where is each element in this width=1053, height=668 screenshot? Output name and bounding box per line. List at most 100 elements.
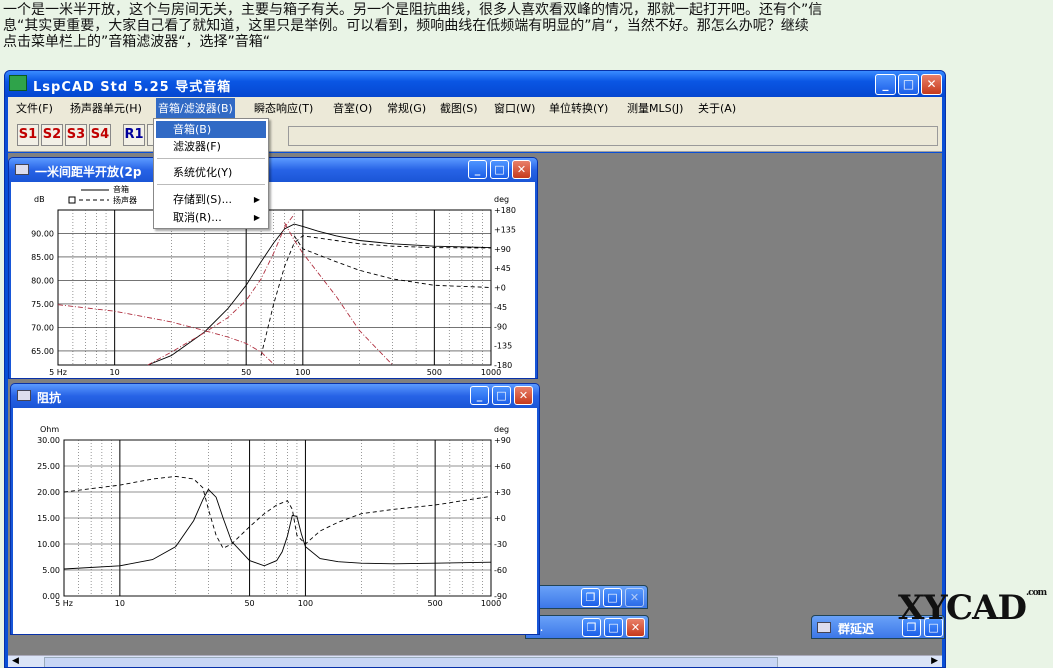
x-tick-label: 100: [295, 368, 310, 377]
y-tick-label: 25.00: [37, 462, 60, 471]
app-titlebar[interactable]: LspCAD Std 5.25 导式音箱 _ □ ✕: [5, 71, 945, 97]
x-tick-label: 1000: [481, 599, 501, 608]
legend-label: 音箱: [113, 184, 129, 194]
logo-text: XYCAD: [898, 588, 1027, 628]
dropdown-separator: [157, 184, 265, 185]
dropdown-item-box[interactable]: 音箱(B): [156, 121, 266, 138]
scroll-right-icon[interactable]: ▶: [931, 656, 938, 666]
box-filter-dropdown: 音箱(B) 滤波器(F) 系统优化(Y) 存储到(S)... ▶ 取消(R)...…: [153, 118, 269, 229]
close-icon[interactable]: ✕: [625, 588, 644, 607]
chart-window-icon: [17, 390, 31, 401]
y2-tick-label: -60: [494, 566, 507, 575]
submenu-arrow-icon: ▶: [253, 213, 260, 222]
restore-icon[interactable]: ❐: [582, 618, 601, 637]
app-icon: [9, 75, 27, 91]
freq-minimize-button[interactable]: _: [468, 160, 487, 179]
freq-maximize-button[interactable]: □: [490, 160, 509, 179]
menu-about[interactable]: 关于(A): [698, 100, 736, 116]
legend-marker: [68, 196, 76, 204]
y2-tick-label: +60: [494, 462, 511, 471]
freq-response-chart: 65.0070.0075.0080.0085.0090.00-180-135-9…: [31, 184, 516, 377]
imp-window-title: 阻抗: [37, 391, 62, 405]
x-tick-label: 10: [115, 599, 125, 608]
dropdown-item-store[interactable]: 存储到(S)... ▶: [156, 191, 266, 208]
menu-transient[interactable]: 瞬态响应(T): [254, 100, 313, 116]
series-line-0: [147, 223, 492, 366]
window-icon: [817, 622, 831, 633]
dropdown-item-cancel-label: 取消(R)...: [173, 211, 222, 224]
close-button[interactable]: ✕: [921, 74, 942, 95]
imp-window-titlebar[interactable]: 阻抗 _ □ ✕: [11, 384, 539, 408]
y-tick-label: 15.00: [37, 514, 60, 523]
imp-maximize-button[interactable]: □: [492, 386, 511, 405]
article-text: 一个是一米半开放，这个与房间无关，主要与箱子有关。另一个是阻抗曲线，很多人喜欢看…: [3, 2, 1053, 50]
dropdown-item-optimize[interactable]: 系统优化(Y): [156, 164, 266, 181]
y-tick-label: 90.00: [31, 229, 54, 238]
y2-tick-label: +0: [494, 514, 506, 523]
menu-speaker-unit[interactable]: 扬声器单元(H): [70, 100, 142, 116]
minimize-button[interactable]: _: [875, 74, 896, 95]
x-tick-label: 50: [244, 599, 254, 608]
freq-window-titlebar[interactable]: 一米间距半开放(2p _ □ ✕: [9, 158, 537, 182]
x-tick-label: 5 Hz: [49, 368, 67, 377]
minimized-window-2[interactable]: ... ❐ □ ✕: [525, 615, 649, 639]
x-tick-label: 5 Hz: [55, 599, 73, 608]
scroll-left-icon[interactable]: ◀: [12, 656, 19, 666]
freq-window-title: 一米间距半开放(2p: [35, 165, 142, 179]
impedance-chart: 0.005.0010.0015.0020.0025.0030.00-90-60-…: [37, 425, 511, 608]
y2-tick-label: -45: [494, 303, 507, 312]
menu-box-filter[interactable]: 音箱/滤波器(B): [156, 98, 235, 118]
menu-unit-convert[interactable]: 单位转换(Y): [549, 100, 608, 116]
y2-unit-label: deg: [494, 195, 509, 204]
y2-tick-label: +90: [494, 436, 511, 445]
y2-tick-label: +180: [494, 206, 516, 215]
s2-button[interactable]: S2: [41, 124, 63, 146]
logo-suffix: .com: [1025, 588, 1047, 598]
menu-window[interactable]: 窗口(W): [494, 100, 535, 116]
article-line-1: 一个是一米半开放，这个与房间无关，主要与箱子有关。另一个是阻抗曲线，很多人喜欢看…: [3, 2, 823, 18]
series-line-3: [147, 214, 295, 366]
y-tick-label: 10.00: [37, 540, 60, 549]
r1-button[interactable]: R1: [123, 124, 145, 146]
chart-window-icon: [15, 164, 29, 175]
y2-tick-label: +135: [494, 225, 516, 234]
dropdown-item-cancel[interactable]: 取消(R)... ▶: [156, 209, 266, 226]
y-tick-label: 5.00: [42, 566, 60, 575]
y2-tick-label: -135: [494, 342, 512, 351]
imp-close-button[interactable]: ✕: [514, 386, 533, 405]
y2-tick-label: -30: [494, 540, 507, 549]
freq-close-button[interactable]: ✕: [512, 160, 531, 179]
y-tick-label: 20.00: [37, 488, 60, 497]
impedance-window: 阻抗 _ □ ✕ 0.00 5.00 10.00 15.00 20.00 25.00 30.…: [10, 383, 540, 635]
y-tick-label: 30.00: [37, 436, 60, 445]
menu-measure-mls[interactable]: 测量MLS(J): [627, 100, 683, 116]
x-tick-label: 10: [110, 368, 120, 377]
y-tick-label: 85.00: [31, 253, 54, 262]
maximize-button[interactable]: □: [898, 74, 919, 95]
s1-button[interactable]: S1: [17, 124, 39, 146]
close-icon[interactable]: ✕: [626, 618, 645, 637]
menu-file[interactable]: 文件(F): [16, 100, 53, 116]
horizontal-scrollbar[interactable]: ◀ ▶: [8, 655, 942, 667]
menu-screenshot[interactable]: 截图(S): [440, 100, 478, 116]
s3-button[interactable]: S3: [65, 124, 87, 146]
s4-button[interactable]: S4: [89, 124, 111, 146]
legend-label: 扬声器: [113, 195, 137, 205]
y-tick-label: 70.00: [31, 323, 54, 332]
x-tick-label: 50: [241, 368, 251, 377]
dropdown-item-filter[interactable]: 滤波器(F): [156, 138, 266, 155]
scrollbar-thumb[interactable]: [44, 657, 778, 667]
imp-minimize-button[interactable]: _: [470, 386, 489, 405]
x-tick-label: 100: [298, 599, 313, 608]
imp-plot-area: 0.00 5.00 10.00 15.00 20.00 25.00 30.00 -90 -60-…: [13, 408, 537, 634]
toolbar-field: [288, 126, 938, 146]
maximize-icon[interactable]: □: [603, 588, 622, 607]
maximize-icon[interactable]: □: [604, 618, 623, 637]
dropdown-item-store-label: 存储到(S)...: [173, 193, 233, 206]
y2-tick-label: +30: [494, 488, 511, 497]
y-tick-label: 65.00: [31, 347, 54, 356]
menu-general[interactable]: 常规(G): [387, 100, 426, 116]
x-tick-label: 500: [427, 368, 442, 377]
menu-room[interactable]: 音室(O): [333, 100, 372, 116]
restore-icon[interactable]: ❐: [581, 588, 600, 607]
